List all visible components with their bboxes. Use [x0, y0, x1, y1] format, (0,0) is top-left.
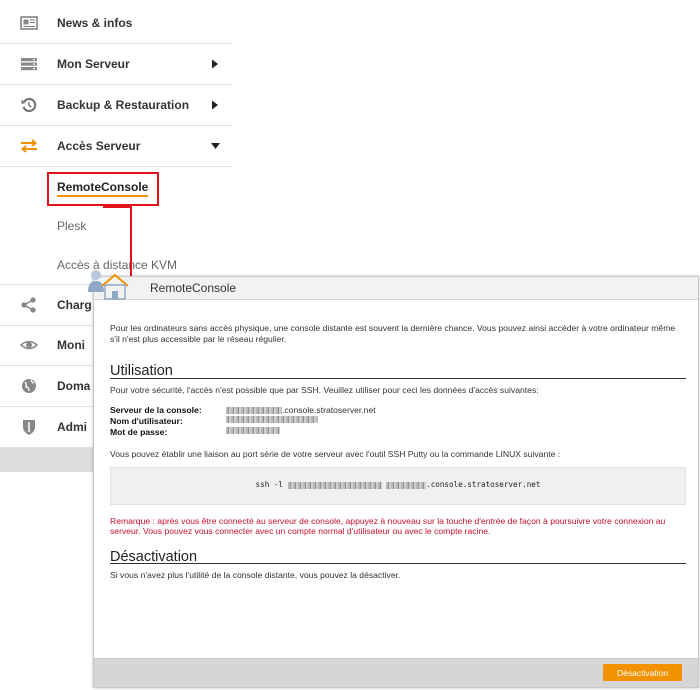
nav-item-label: Backup & Restauration — [57, 98, 190, 112]
nav-item-news[interactable]: News & infos — [0, 3, 232, 44]
console-server-suffix: .console.stratoserver.net — [282, 405, 376, 415]
subnav-item-plesk[interactable]: Plesk — [57, 219, 86, 233]
restore-icon — [21, 97, 37, 113]
dialog-body: Pour les ordinateurs sans accès physique… — [110, 323, 686, 581]
username-value-redacted — [226, 416, 318, 423]
chevron-down-icon — [211, 143, 220, 149]
nav-item-label: Doma — [57, 379, 91, 393]
password-row: Mot de passe: — [110, 427, 686, 438]
nav-item-acces-serveur[interactable]: Accès Serveur — [0, 126, 232, 167]
deactivation-text: Si vous n'avez plus l'utilité de la cons… — [110, 570, 401, 580]
redacted-value — [287, 482, 382, 489]
console-server-value: .console.stratoserver.net — [226, 405, 376, 416]
newspaper-icon — [20, 16, 38, 30]
usage-section-title: Utilisation — [110, 364, 686, 379]
ssh-command-box[interactable]: ssh -l .console.stratoserver.net — [110, 466, 686, 505]
command-suffix: .console.stratoserver.net — [426, 480, 541, 490]
deactivation-section-title: Désactivation — [110, 550, 686, 564]
serial-text: Vous pouvez établir une liaison au port … — [110, 449, 561, 459]
dialog-title: RemoteConsole — [150, 281, 237, 295]
console-server-label: Serveur de la console: — [110, 405, 202, 415]
username-row: Nom d'utilisateur: — [110, 416, 686, 427]
remote-home-user-icon — [88, 270, 129, 300]
nav-item-label: News & infos — [57, 16, 133, 30]
eye-icon — [20, 340, 38, 350]
console-server-row: Serveur de la console: .console.stratose… — [110, 405, 686, 416]
nav-item-label: Moni — [57, 338, 85, 352]
chevron-right-icon — [212, 100, 218, 110]
nav-item-mon-serveur[interactable]: Mon Serveur — [0, 44, 232, 85]
share-icon — [21, 297, 36, 313]
password-label: Mot de passe: — [110, 427, 168, 437]
chevron-right-icon — [212, 59, 218, 69]
usage-text: Pour votre sécurité, l'accès n'est possi… — [110, 384, 539, 395]
shield-icon — [23, 420, 35, 435]
highlight-box — [47, 172, 159, 206]
nav-item-backup[interactable]: Backup & Restauration — [0, 85, 232, 126]
dialog-header: RemoteConsole — [94, 277, 698, 300]
dialog-footer: Désactivation — [94, 658, 698, 687]
transfer-arrows-icon — [20, 139, 38, 153]
remoteconsole-dialog: RemoteConsole Pour les ordinateurs sans … — [93, 276, 699, 688]
command-prefix: ssh -l — [255, 480, 283, 490]
remark-note: Remarque : après vous être connecté au s… — [110, 515, 666, 537]
username-label: Nom d'utilisateur: — [110, 416, 183, 426]
redacted-value — [386, 482, 427, 489]
globe-icon — [22, 379, 36, 393]
intro-text: Pour les ordinateurs sans accès physique… — [110, 323, 676, 344]
nav-item-label: Admi — [57, 420, 87, 434]
connector-line — [103, 206, 131, 208]
nav-item-label: Accès Serveur — [57, 139, 141, 153]
redacted-value — [226, 407, 282, 415]
nav-item-label: Mon Serveur — [57, 57, 130, 71]
deactivate-button[interactable]: Désactivation — [603, 664, 682, 681]
server-icon — [21, 58, 37, 71]
password-value-redacted — [226, 427, 280, 434]
